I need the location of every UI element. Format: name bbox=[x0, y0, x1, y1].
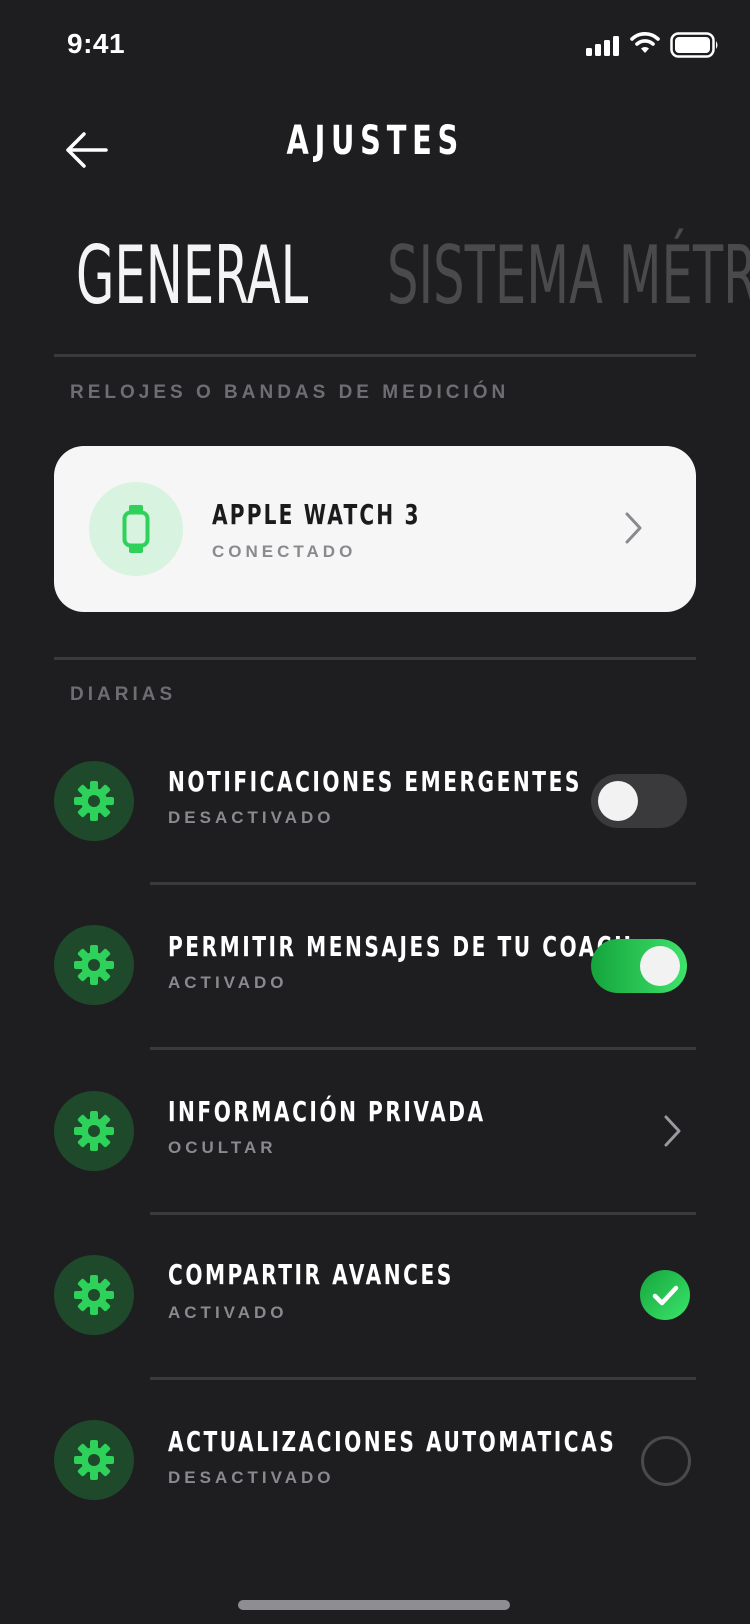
mensajes-coach-toggle[interactable] bbox=[591, 939, 687, 993]
status-time: 9:41 bbox=[67, 28, 126, 59]
device-name: APPLE WATCH 3 bbox=[212, 498, 421, 531]
setting-subtitle: DESACTIVADO bbox=[168, 808, 335, 827]
setting-title: INFORMACIÓN PRIVADA bbox=[168, 1095, 486, 1128]
setting-row-compartir-avances[interactable]: COMPARTIR AVANCES ACTIVADO bbox=[0, 1220, 750, 1370]
gear-icon bbox=[74, 1111, 114, 1151]
setting-icon-circle bbox=[54, 1420, 134, 1500]
chevron-right-icon[interactable] bbox=[662, 1113, 684, 1149]
page-title: AJUSTES bbox=[286, 118, 464, 164]
setting-row-informacion-privada[interactable]: INFORMACIÓN PRIVADA OCULTAR bbox=[0, 1055, 750, 1205]
compartir-avances-checkbox[interactable] bbox=[640, 1270, 690, 1320]
section-label-daily: DIARIAS bbox=[70, 684, 177, 705]
divider bbox=[54, 354, 696, 357]
setting-title: COMPARTIR AVANCES bbox=[168, 1258, 454, 1291]
gear-icon bbox=[74, 1440, 114, 1480]
tab-bar: GENERAL SISTEMA MÉTRICO bbox=[0, 226, 750, 326]
actualizaciones-checkbox[interactable] bbox=[641, 1436, 691, 1486]
cellular-signal-icon bbox=[586, 34, 622, 56]
toggle-knob bbox=[598, 781, 638, 821]
gear-icon bbox=[74, 945, 114, 985]
setting-subtitle: OCULTAR bbox=[168, 1138, 277, 1157]
divider bbox=[150, 1377, 696, 1380]
home-indicator bbox=[238, 1600, 510, 1610]
section-label-devices: RELOJES O BANDAS DE MEDICIÓN bbox=[70, 382, 510, 403]
setting-row-notificaciones[interactable]: NOTIFICACIONES EMERGENTES DESACTIVADO bbox=[0, 725, 750, 875]
status-bar: 9:41 bbox=[0, 0, 750, 90]
setting-icon-circle bbox=[54, 925, 134, 1005]
divider bbox=[150, 882, 696, 885]
device-status: CONECTADO bbox=[212, 542, 357, 561]
setting-row-actualizaciones[interactable]: ACTUALIZACIONES AUTOMATICAS DESACTIVADO bbox=[0, 1385, 750, 1535]
notificaciones-toggle[interactable] bbox=[591, 774, 687, 828]
tab-sistema-metrico[interactable]: SISTEMA MÉTRICO bbox=[387, 226, 750, 326]
chevron-right-icon[interactable] bbox=[622, 508, 646, 548]
checkmark-icon bbox=[652, 1285, 679, 1306]
wifi-icon bbox=[630, 32, 660, 53]
setting-icon-circle bbox=[54, 1091, 134, 1171]
gear-icon bbox=[74, 781, 114, 821]
setting-icon-circle bbox=[54, 1255, 134, 1335]
setting-subtitle: DESACTIVADO bbox=[168, 1468, 335, 1487]
gear-icon bbox=[74, 1275, 114, 1315]
device-card[interactable]: APPLE WATCH 3 CONECTADO bbox=[54, 446, 696, 612]
toggle-knob bbox=[640, 946, 680, 986]
watch-icon bbox=[122, 505, 150, 553]
setting-row-mensajes-coach[interactable]: PERMITIR MENSAJES DE TU COACH ACTIVADO bbox=[0, 890, 750, 1040]
battery-icon bbox=[670, 32, 718, 58]
tab-general[interactable]: GENERAL bbox=[76, 226, 308, 326]
setting-subtitle: ACTIVADO bbox=[168, 1303, 288, 1322]
divider bbox=[54, 657, 696, 660]
divider bbox=[150, 1212, 696, 1215]
device-icon-circle bbox=[89, 482, 183, 576]
divider bbox=[150, 1047, 696, 1050]
setting-icon-circle bbox=[54, 761, 134, 841]
setting-subtitle: ACTIVADO bbox=[168, 973, 288, 992]
